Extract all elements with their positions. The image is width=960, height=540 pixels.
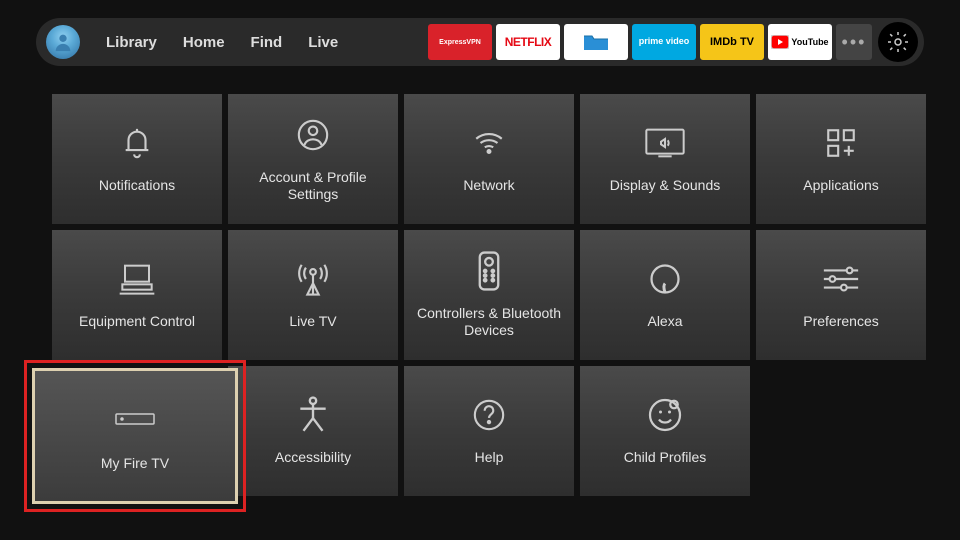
nav-library[interactable]: Library [106,34,157,51]
tile-label: Preferences [803,313,878,331]
tile-help[interactable]: Help [404,366,574,496]
app-primevideo[interactable]: prime video [632,24,696,60]
youtube-play-icon [771,35,789,49]
tile-live-tv[interactable]: Live TV [228,230,398,360]
folder-icon [581,30,611,54]
settings-gear-button[interactable] [878,22,918,62]
gear-icon [886,30,910,54]
app-imdbtv[interactable]: IMDb TV [700,24,764,60]
tile-alexa[interactable]: Alexa [580,230,750,360]
profile-avatar[interactable] [46,25,80,59]
tv-sound-icon [645,123,685,163]
nav-home[interactable]: Home [183,34,225,51]
antenna-icon [293,259,333,299]
app-youtube[interactable]: YouTube [768,24,832,60]
settings-grid: Notifications Account & Profile Settings… [52,94,960,496]
app-esfileexplorer[interactable] [564,24,628,60]
app-expressvpn[interactable]: ExpressVPN [428,24,492,60]
tile-equipment-control[interactable]: Equipment Control [52,230,222,360]
top-navigation-bar: Library Home Find Live ExpressVPN NETFLI… [36,18,924,66]
tile-label: Equipment Control [79,313,195,331]
tile-label: Child Profiles [624,449,706,467]
nav-find[interactable]: Find [251,34,283,51]
app-shortcut-row: ExpressVPN NETFLIX prime video IMDb TV Y… [428,22,918,62]
nav-live[interactable]: Live [308,34,338,51]
apps-grid-icon [821,123,861,163]
question-circle-icon [469,395,509,435]
tile-label: Live TV [289,313,336,331]
tile-my-fire-tv-inner: My Fire TV [32,368,238,504]
firetv-device-icon [115,399,155,439]
child-profile-icon [645,395,685,435]
tile-account-profile[interactable]: Account & Profile Settings [228,94,398,224]
person-circle-icon [293,115,333,155]
equipment-icon [117,259,157,299]
tile-accessibility[interactable]: Accessibility [228,366,398,496]
tile-label: Network [463,177,514,195]
tile-child-profiles[interactable]: Child Profiles [580,366,750,496]
nav-links: Library Home Find Live [106,34,338,51]
tile-preferences[interactable]: Preferences [756,230,926,360]
tile-label: My Fire TV [101,455,169,473]
tile-label: Display & Sounds [610,177,721,195]
app-netflix[interactable]: NETFLIX [496,24,560,60]
tile-notifications[interactable]: Notifications [52,94,222,224]
alexa-ring-icon [645,259,685,299]
tile-display-sounds[interactable]: Display & Sounds [580,94,750,224]
tile-applications[interactable]: Applications [756,94,926,224]
tile-my-fire-tv[interactable]: My Fire TV [52,366,222,496]
tile-label: Account & Profile Settings [236,169,390,204]
tile-controllers-bluetooth[interactable]: Controllers & Bluetooth Devices [404,230,574,360]
tile-label: Alexa [647,313,682,331]
tile-label: Help [475,449,504,467]
more-apps-button[interactable]: ••• [836,24,872,60]
wifi-icon [469,123,509,163]
person-icon [52,31,74,53]
tile-network[interactable]: Network [404,94,574,224]
tile-label: Notifications [99,177,175,195]
accessibility-person-icon [293,395,333,435]
tile-label: Controllers & Bluetooth Devices [412,305,566,340]
sliders-icon [821,259,861,299]
tile-label: Accessibility [275,449,351,467]
tile-label: Applications [803,177,879,195]
remote-icon [469,251,509,291]
bell-icon [117,123,157,163]
